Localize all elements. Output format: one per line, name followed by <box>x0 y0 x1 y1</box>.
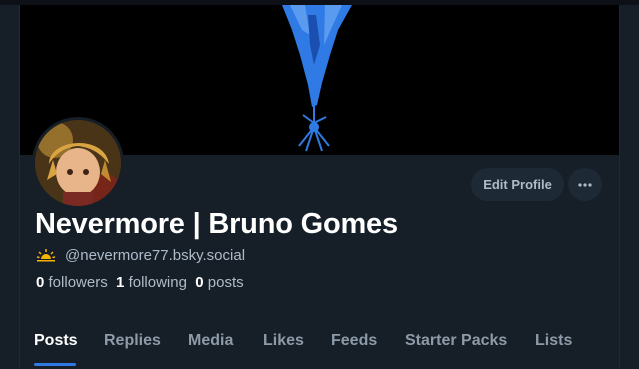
followers-count: 0 <box>36 274 45 291</box>
handle-row: @nevermore77.bsky.social <box>36 247 245 264</box>
posts-stat: 0 posts <box>195 274 243 291</box>
ellipsis-icon <box>578 182 592 187</box>
profile-handle: @nevermore77.bsky.social <box>65 247 246 264</box>
avatar[interactable] <box>32 117 124 209</box>
tab-lists[interactable]: Lists <box>535 332 572 350</box>
profile-tabs: Posts Replies Media Likes Feeds Starter … <box>20 322 619 369</box>
posts-label: posts <box>207 274 244 291</box>
more-options-button[interactable] <box>568 168 602 201</box>
profile-stats: 0 followers 1 following 0 posts <box>36 274 244 291</box>
tab-replies[interactable]: Replies <box>104 332 161 350</box>
tab-likes[interactable]: Likes <box>263 332 304 350</box>
avatar-image <box>35 120 121 206</box>
tab-media[interactable]: Media <box>188 332 233 350</box>
tab-feeds[interactable]: Feeds <box>331 332 377 350</box>
sun-icon <box>36 248 56 264</box>
left-gutter <box>0 5 20 369</box>
right-gutter <box>619 5 639 369</box>
edit-profile-button[interactable]: Edit Profile <box>471 168 564 201</box>
following-label: following <box>128 274 187 291</box>
followers-label: followers <box>48 274 108 291</box>
profile-display-name: Nevermore | Bruno Gomes <box>35 208 398 240</box>
following-count: 1 <box>116 274 125 291</box>
tab-posts[interactable]: Posts <box>34 332 78 350</box>
following-link[interactable]: 1 following <box>116 274 187 291</box>
tab-starter-packs[interactable]: Starter Packs <box>405 332 507 350</box>
followers-link[interactable]: 0 followers <box>36 274 108 291</box>
posts-count: 0 <box>195 274 204 291</box>
active-tab-indicator <box>34 363 76 366</box>
